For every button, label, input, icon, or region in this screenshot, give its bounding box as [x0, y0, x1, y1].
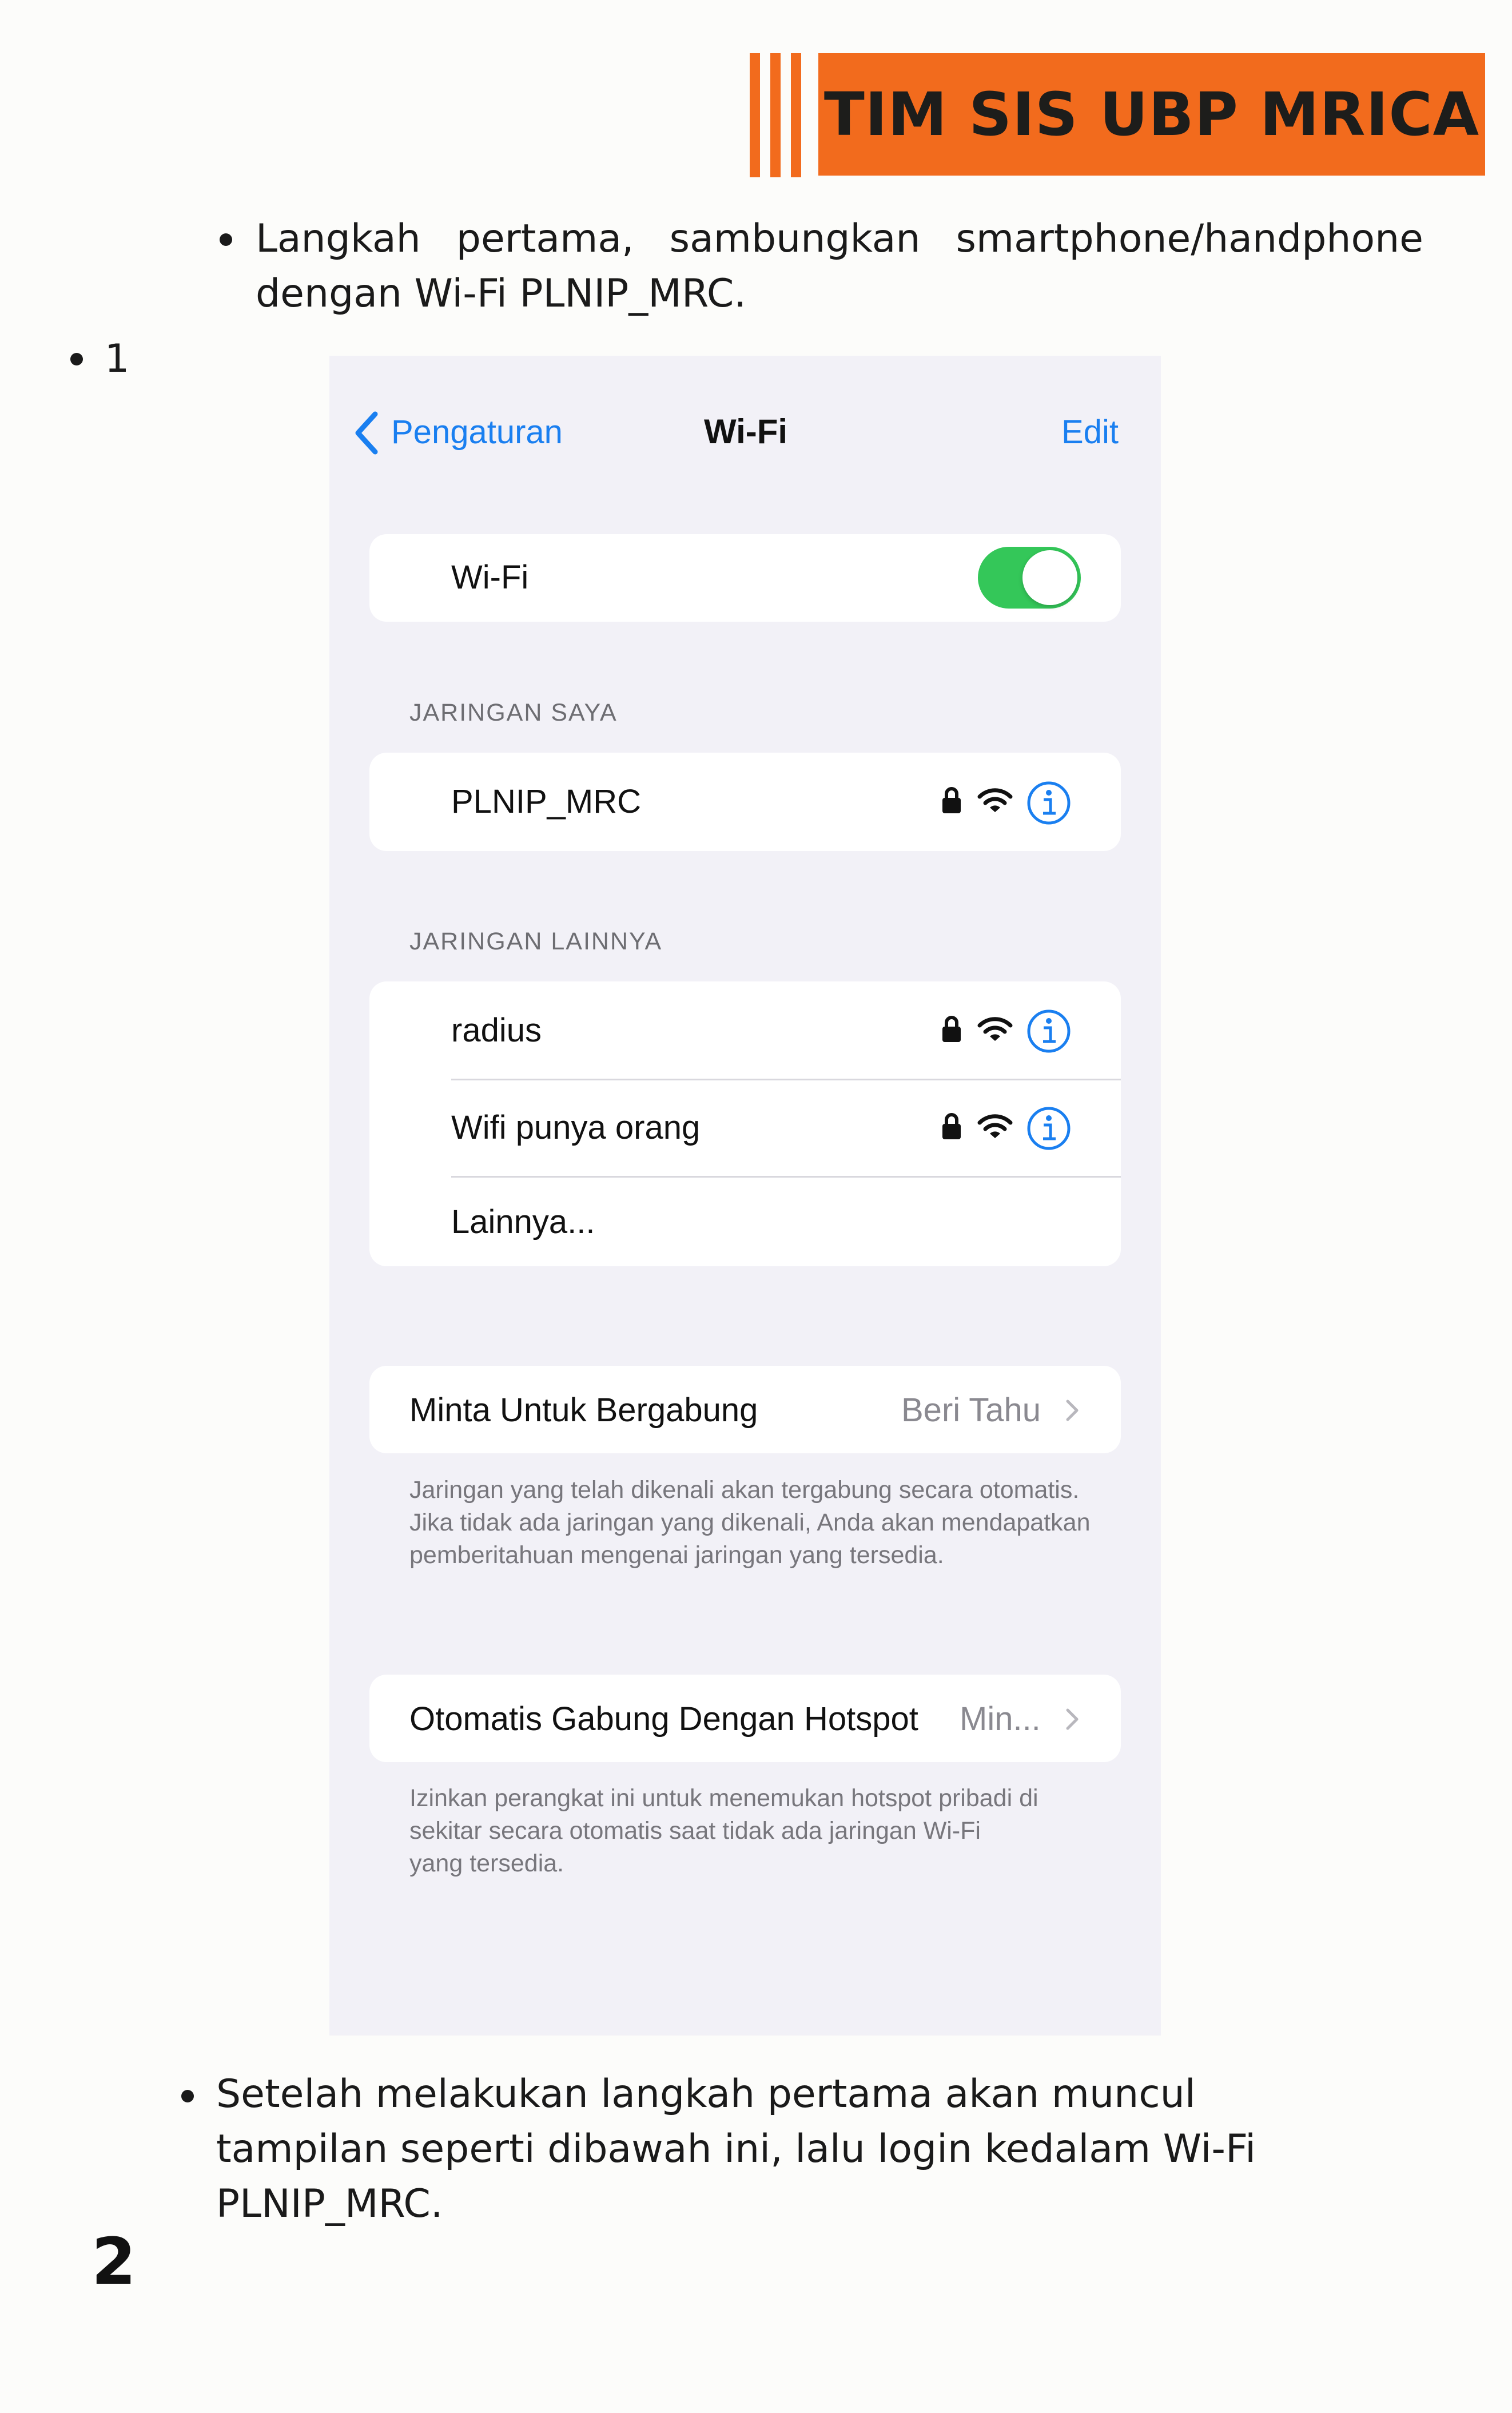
auto-join-hotspot-row[interactable]: Otomatis Gabung Dengan Hotspot Min...	[369, 1675, 1121, 1762]
other-network-label: Lainnya...	[451, 1203, 595, 1241]
lock-icon	[942, 1113, 961, 1139]
header-stripe-3	[791, 53, 801, 177]
ask-to-join-row[interactable]: Minta Untuk Bergabung Beri Tahu	[369, 1366, 1121, 1453]
lock-icon	[942, 787, 961, 813]
other-networks-card: radius Wifi punya orang Lainnya...	[369, 981, 1121, 1266]
auto-join-hotspot-label: Otomatis Gabung Dengan Hotspot	[409, 1700, 918, 1738]
network-row-plnip-mrc[interactable]: PLNIP_MRC	[369, 753, 1121, 851]
chevron-right-icon	[1066, 1400, 1079, 1421]
page-number: 2	[91, 2225, 136, 2299]
header-banner: TIM SIS UBP MRICA	[818, 53, 1485, 176]
wifi-icon	[977, 1017, 1013, 1041]
wifi-toggle-switch[interactable]	[978, 547, 1081, 609]
my-networks-card: PLNIP_MRC	[369, 753, 1121, 851]
step1-text: Langkah pertama, sambungkan smartphone/h…	[256, 216, 1423, 316]
back-label: Pengaturan	[391, 414, 563, 451]
my-networks-header: JARINGAN SAYA	[409, 699, 618, 726]
info-icon[interactable]	[1026, 1106, 1072, 1151]
wifi-icon	[977, 788, 1013, 812]
back-button[interactable]: Pengaturan	[352, 401, 581, 464]
wifi-icon	[977, 1114, 1013, 1138]
network-name: radius	[451, 1012, 542, 1049]
network-name: Wifi punya orang	[451, 1109, 701, 1146]
wifi-toggle-card: Wi-Fi	[369, 534, 1121, 622]
network-row-radius[interactable]: radius	[369, 981, 1121, 1079]
toggle-knob	[1022, 550, 1077, 605]
step1-bullet	[220, 233, 232, 246]
step2-text: Setelah melakukan langkah pertama akan m…	[216, 2072, 1256, 2227]
header-stripe-2	[770, 53, 781, 177]
list-marker-label: 1	[105, 336, 130, 381]
ask-to-join-label: Minta Untuk Bergabung	[409, 1392, 758, 1429]
other-networks-header: JARINGAN LAINNYA	[409, 928, 663, 955]
list-marker-bullet	[70, 353, 83, 365]
header-title: TIM SIS UBP MRICA	[823, 79, 1480, 149]
ask-to-join-value: Beri Tahu	[901, 1392, 1041, 1429]
step2-bullet	[181, 2090, 194, 2102]
auto-join-hotspot-description: Izinkan perangkat ini untuk menemukan ho…	[409, 1784, 1038, 1877]
wifi-settings-screenshot: Pengaturan Wi-Fi Edit Wi-Fi JARINGAN SAY…	[329, 356, 1161, 2036]
info-icon[interactable]	[1026, 1008, 1072, 1054]
header-stripe-1	[750, 53, 760, 177]
auto-join-hotspot-value: Min...	[960, 1700, 1041, 1738]
info-icon[interactable]	[1026, 780, 1072, 826]
lock-icon	[942, 1016, 961, 1042]
ask-to-join-description: Jaringan yang telah dikenali akan tergab…	[409, 1476, 1091, 1569]
edit-button[interactable]: Edit	[1061, 413, 1119, 451]
network-row-wifi-punya-orang[interactable]: Wifi punya orang	[369, 1080, 1121, 1176]
wifi-toggle-label: Wi-Fi	[451, 559, 529, 596]
chevron-right-icon	[1066, 1708, 1079, 1730]
other-network-row[interactable]: Lainnya...	[369, 1178, 1121, 1266]
nav-title: Wi-Fi	[704, 412, 788, 451]
chevron-left-icon	[355, 411, 378, 455]
network-name: PLNIP_MRC	[451, 783, 641, 820]
